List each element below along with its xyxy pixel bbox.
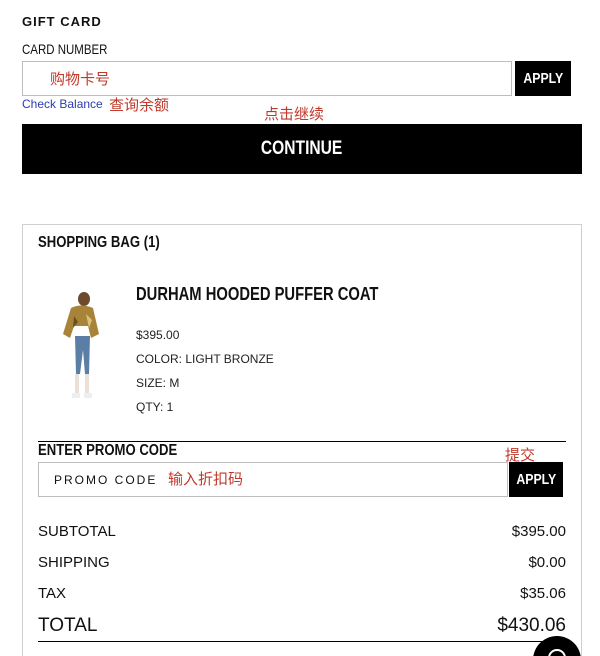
total-value: $430.06 (497, 615, 566, 636)
total-label: TOTAL (38, 615, 98, 636)
check-balance-annotation: 查询余额 (109, 96, 170, 114)
subtotal-value: $395.00 (511, 523, 566, 540)
promo-heading: ENTER PROMO CODE (38, 442, 208, 460)
product-model-figure (63, 292, 99, 398)
product-name[interactable]: DURHAM HOODED PUFFER COAT (136, 284, 432, 305)
card-input-annotation: 购物卡号 (50, 70, 111, 88)
product-quantity: QTY: 1 (136, 400, 174, 414)
subtotal-label: SUBTOTAL (38, 523, 116, 540)
product-name-text: DURHAM HOODED PUFFER COAT (136, 284, 379, 304)
promo-apply-label: APPLY (516, 471, 556, 488)
chat-icon (548, 649, 566, 656)
promo-input-annotation: 输入折扣码 (168, 470, 244, 488)
tax-value: $35.06 (520, 585, 566, 602)
tax-label: TAX (38, 585, 67, 602)
gift-card-title: GIFT CARD (22, 14, 102, 29)
total-divider (38, 641, 566, 642)
promo-heading-text: ENTER PROMO CODE (38, 442, 178, 459)
product-price: $395.00 (136, 328, 180, 342)
card-number-label: CARD NUMBER (22, 41, 126, 57)
shopping-bag-title-text: SHOPPING BAG (1) (38, 234, 160, 251)
card-apply-button[interactable]: APPLY (515, 61, 571, 96)
shopping-bag-title: SHOPPING BAG (1) (38, 234, 186, 252)
check-balance-link[interactable]: Check Balance (22, 97, 103, 111)
promo-code-placeholder: PROMO CODE (54, 473, 158, 487)
shipping-value: $0.00 (528, 554, 566, 571)
card-number-label-text: CARD NUMBER (22, 41, 108, 57)
product-image[interactable] (58, 292, 104, 400)
continue-label: CONTINUE (261, 138, 343, 159)
shipping-label: SHIPPING (38, 554, 110, 571)
product-size: SIZE: M (136, 376, 180, 390)
card-apply-label: APPLY (523, 70, 563, 87)
continue-annotation: 点击继续 (264, 105, 325, 123)
continue-button[interactable]: CONTINUE (22, 124, 582, 174)
product-color: COLOR: LIGHT BRONZE (136, 352, 274, 366)
promo-apply-button[interactable]: APPLY (509, 462, 563, 497)
